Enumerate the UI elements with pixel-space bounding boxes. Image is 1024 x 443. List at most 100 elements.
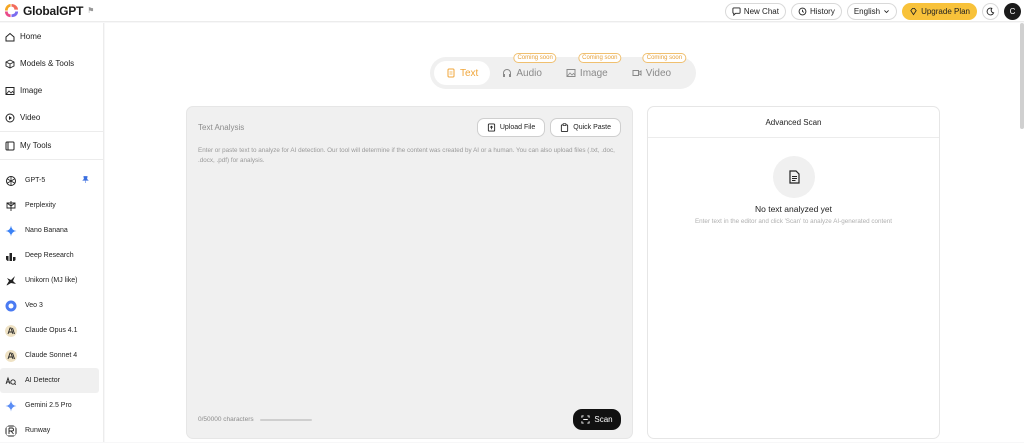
coming-soon-badge: Coming soon: [642, 53, 687, 63]
sidebar-item-models-tools[interactable]: Models & Tools: [0, 50, 103, 77]
headphones-icon: [503, 69, 512, 77]
cube-icon: [5, 58, 15, 69]
media-tabs: Text Coming soon Audio Coming soon Image…: [430, 53, 696, 89]
user-avatar[interactable]: C: [1004, 2, 1021, 20]
moon-icon: [986, 7, 995, 15]
language-select[interactable]: English: [846, 2, 898, 20]
unicorn-icon: [6, 275, 16, 286]
research-icon: [6, 252, 16, 261]
sidebar-item-home[interactable]: Home: [0, 23, 103, 50]
tab-label: Video: [645, 67, 672, 79]
sidebar: Home Models & Tools Image Video My Tools…: [0, 23, 104, 442]
upload-file-icon: [487, 123, 495, 132]
history-icon: [798, 7, 807, 15]
scan-icon: [581, 415, 590, 424]
tab-text[interactable]: Text: [434, 61, 491, 85]
sidebar-model-perplexity[interactable]: Perplexity: [0, 193, 103, 218]
history-button[interactable]: History: [790, 2, 842, 20]
tab-audio[interactable]: Coming soon Audio: [490, 53, 557, 85]
upgrade-label: Upgrade Plan: [921, 6, 970, 16]
empty-state-subtitle: Enter text in the editor and click 'Scan…: [694, 218, 893, 225]
sidebar-item-label: Home: [20, 32, 42, 41]
language-label: English: [853, 6, 881, 16]
character-progress-bar: [259, 418, 312, 421]
sidebar-model-nano-banana[interactable]: Nano Banana: [0, 218, 103, 243]
sidebar-item-image[interactable]: Image: [0, 77, 103, 104]
sidebar-item-video[interactable]: Video: [0, 104, 103, 131]
new-chat-button[interactable]: New Chat: [724, 2, 786, 20]
sidebar-model-veo-3[interactable]: Veo 3: [0, 293, 103, 318]
sidebar-item-label: My Tools: [20, 141, 52, 150]
main-content: Text Coming soon Audio Coming soon Image…: [105, 23, 1024, 442]
scan-label: Scan: [594, 415, 613, 424]
tab-image[interactable]: Coming soon Image: [554, 53, 622, 85]
empty-state-title: No text analyzed yet: [754, 204, 832, 214]
veo-icon: [5, 300, 17, 311]
tab-label: Audio: [516, 67, 542, 79]
sidebar-model-gemini[interactable]: Gemini 2.5 Pro: [0, 393, 103, 418]
model-label: Unikorn (MJ like): [25, 277, 78, 284]
tab-video[interactable]: Coming soon Video: [620, 53, 687, 85]
model-label: GPT-5: [25, 177, 46, 184]
ai-detector-icon: [5, 376, 17, 385]
tools-icon: [5, 141, 15, 150]
model-label: Claude Opus 4.1: [25, 327, 78, 334]
theme-toggle-button[interactable]: [982, 2, 999, 20]
sidebar-model-runway[interactable]: Runway: [0, 418, 103, 443]
editor-placeholder[interactable]: Enter or paste text to analyze for AI de…: [198, 146, 628, 166]
sidebar-item-label: Image: [20, 86, 43, 95]
tab-label: Text: [460, 67, 479, 79]
home-icon: [5, 32, 15, 41]
sidebar-model-ai-detector[interactable]: AI Detector: [0, 368, 99, 393]
model-label: AI Detector: [25, 377, 61, 384]
quick-paste-label: Quick Paste: [573, 124, 611, 131]
sidebar-model-claude-sonnet[interactable]: Claude Sonnet 4: [0, 343, 103, 368]
app-name: GlobalGPT: [23, 3, 84, 18]
new-chat-label: New Chat: [743, 6, 779, 16]
sidebar-model-deep-research[interactable]: Deep Research: [0, 243, 103, 268]
upload-file-label: Upload File: [499, 124, 536, 131]
chat-bubble-icon: [732, 6, 741, 16]
advanced-scan-title: Advanced Scan: [648, 107, 939, 138]
globalgpt-logo-icon: [4, 3, 19, 18]
sidebar-model-unikorn[interactable]: Unikorn (MJ like): [0, 268, 103, 293]
upgrade-plan-button[interactable]: Upgrade Plan: [902, 2, 977, 20]
image-icon: [5, 86, 15, 95]
sidebar-model-gpt-5[interactable]: GPT-5: [0, 168, 103, 193]
sidebar-item-label: Models & Tools: [20, 59, 75, 68]
sidebar-item-my-tools[interactable]: My Tools: [0, 132, 103, 159]
sidebar-model-claude-opus[interactable]: Claude Opus 4.1: [0, 318, 103, 343]
flag-icon: ⚑: [87, 6, 95, 15]
sidebar-item-label: Video: [20, 113, 41, 122]
pin-icon[interactable]: [82, 176, 89, 183]
document-icon: [447, 68, 455, 78]
model-label: Deep Research: [25, 252, 74, 259]
app-logo[interactable]: GlobalGPT ⚑: [4, 3, 94, 18]
sparkle-icon: [5, 225, 17, 236]
advanced-scan-panel: Advanced Scan No text analyzed yet Enter…: [647, 106, 940, 439]
tab-label: Image: [579, 67, 608, 79]
coming-soon-badge: Coming soon: [578, 53, 622, 63]
play-icon: [5, 113, 15, 122]
anthropic-icon: [5, 324, 17, 337]
document-icon: [789, 170, 800, 184]
quick-paste-button[interactable]: Quick Paste: [550, 118, 621, 137]
scan-button[interactable]: Scan: [573, 409, 621, 430]
text-analysis-editor[interactable]: Text Analysis Upload File Quick Paste En…: [186, 106, 633, 439]
gemini-icon: [5, 400, 17, 411]
page-scrollbar[interactable]: [1020, 23, 1024, 129]
coming-soon-badge: Coming soon: [513, 53, 557, 63]
diamond-icon: [910, 7, 917, 15]
empty-state-icon-wrap: [773, 156, 815, 198]
perplexity-icon: [6, 200, 16, 211]
model-label: Claude Sonnet 4: [25, 352, 78, 359]
upload-file-button[interactable]: Upload File: [476, 118, 546, 137]
runway-icon: [5, 425, 17, 436]
anthropic-icon: [5, 349, 17, 362]
video-camera-icon: [632, 70, 642, 76]
editor-title: Text Analysis: [198, 123, 245, 132]
image-icon: [566, 69, 576, 77]
character-count-label: 0/50000 characters: [198, 416, 254, 423]
character-counter: 0/50000 characters: [198, 416, 312, 423]
model-label: Runway: [25, 427, 51, 434]
